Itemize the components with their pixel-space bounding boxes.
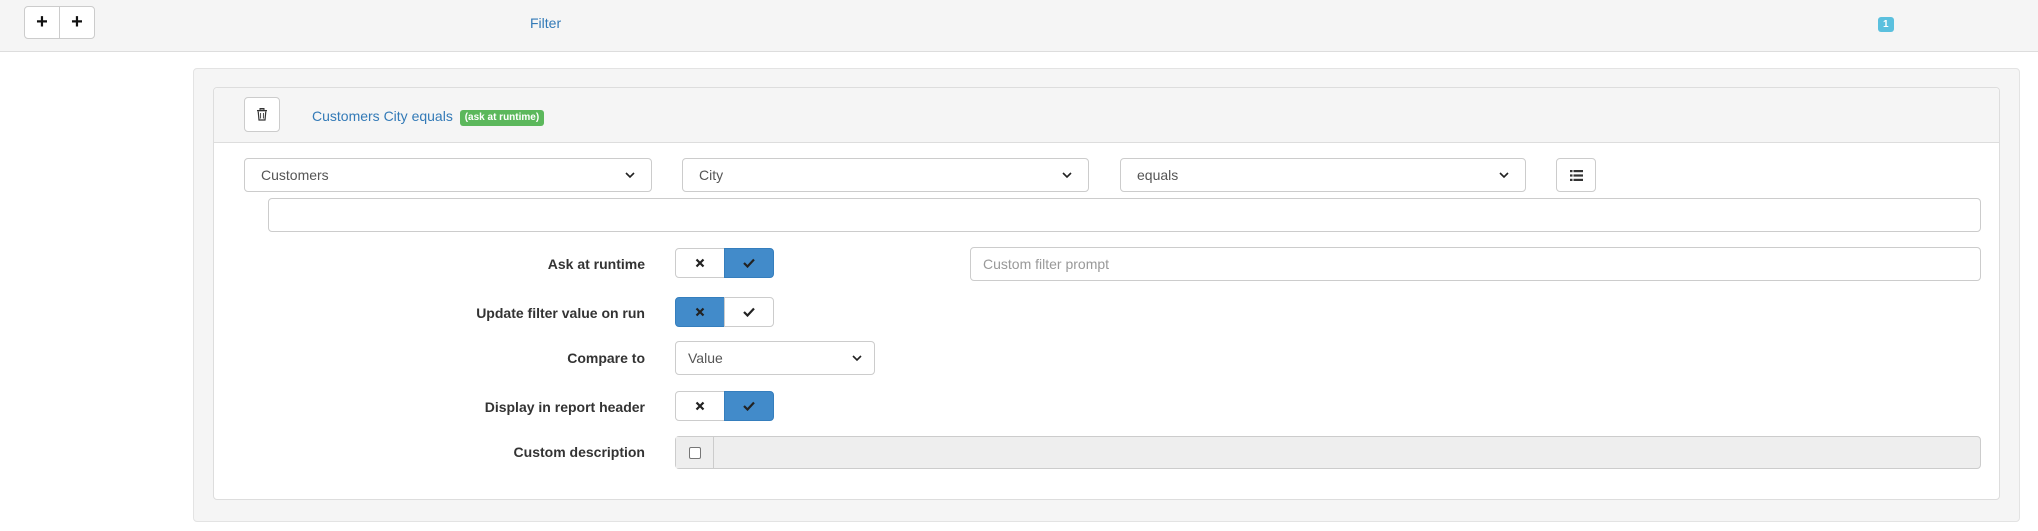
table-select-value: Customers [261,167,329,183]
compare-to-select[interactable]: Value [675,341,875,375]
filter-count-badge: 1 [1878,17,1894,32]
update-on-run-yes-button[interactable] [724,297,774,327]
compare-to-select-value: Value [688,350,723,366]
chevron-down-icon [625,172,635,179]
ask-at-runtime-no-button[interactable] [675,248,725,278]
add-group-button[interactable]: + [59,6,95,39]
ask-at-runtime-badge: (ask at runtime) [459,110,545,126]
compare-to-label: Compare to [567,350,645,366]
add-filter-button[interactable]: + [24,6,60,39]
display-in-header-yes-button[interactable] [724,391,774,421]
chevron-down-icon [1062,172,1072,179]
update-on-run-no-button[interactable] [675,297,725,327]
custom-description-input[interactable] [714,437,1980,468]
top-toolbar: + + Filter 1 [0,0,2038,52]
check-icon [743,401,755,411]
custom-description-checkbox[interactable] [688,446,701,459]
operator-select[interactable]: equals [1120,158,1526,192]
times-icon [695,258,705,268]
times-icon [695,401,705,411]
display-in-header-toggle [675,391,774,421]
custom-description-addon [676,437,714,468]
table-select[interactable]: Customers [244,158,652,192]
filter-summary-link[interactable]: Customers City equals (ask at runtime) [312,108,545,126]
value-list-button[interactable] [1556,158,1596,192]
times-icon [695,307,705,317]
chevron-down-icon [852,355,862,362]
filter-summary-text: Customers City equals [312,108,453,124]
list-icon [1569,169,1583,181]
chevron-down-icon [1499,172,1509,179]
check-icon [743,258,755,268]
display-in-header-no-button[interactable] [675,391,725,421]
filter-tab-link[interactable]: Filter [530,15,561,31]
custom-filter-prompt-placeholder: Custom filter prompt [983,256,1110,272]
custom-filter-prompt-input[interactable]: Custom filter prompt [970,247,1981,281]
field-select[interactable]: City [682,158,1089,192]
custom-description-label: Custom description [513,444,645,460]
add-button-group: + + [24,6,95,39]
filter-value-input[interactable] [268,198,1981,232]
field-select-value: City [699,167,724,183]
delete-filter-button[interactable] [244,97,280,132]
update-on-run-label: Update filter value on run [476,305,645,321]
check-icon [743,307,755,317]
custom-description-group [675,436,1981,469]
operator-select-value: equals [1137,167,1179,183]
trash-icon [257,108,267,121]
ask-at-runtime-yes-button[interactable] [724,248,774,278]
ask-at-runtime-toggle [675,248,774,278]
ask-at-runtime-label: Ask at runtime [547,256,645,272]
display-in-header-label: Display in report header [484,399,645,415]
filter-panel-heading: Customers City equals (ask at runtime) [214,88,1999,143]
update-on-run-toggle [675,297,774,327]
